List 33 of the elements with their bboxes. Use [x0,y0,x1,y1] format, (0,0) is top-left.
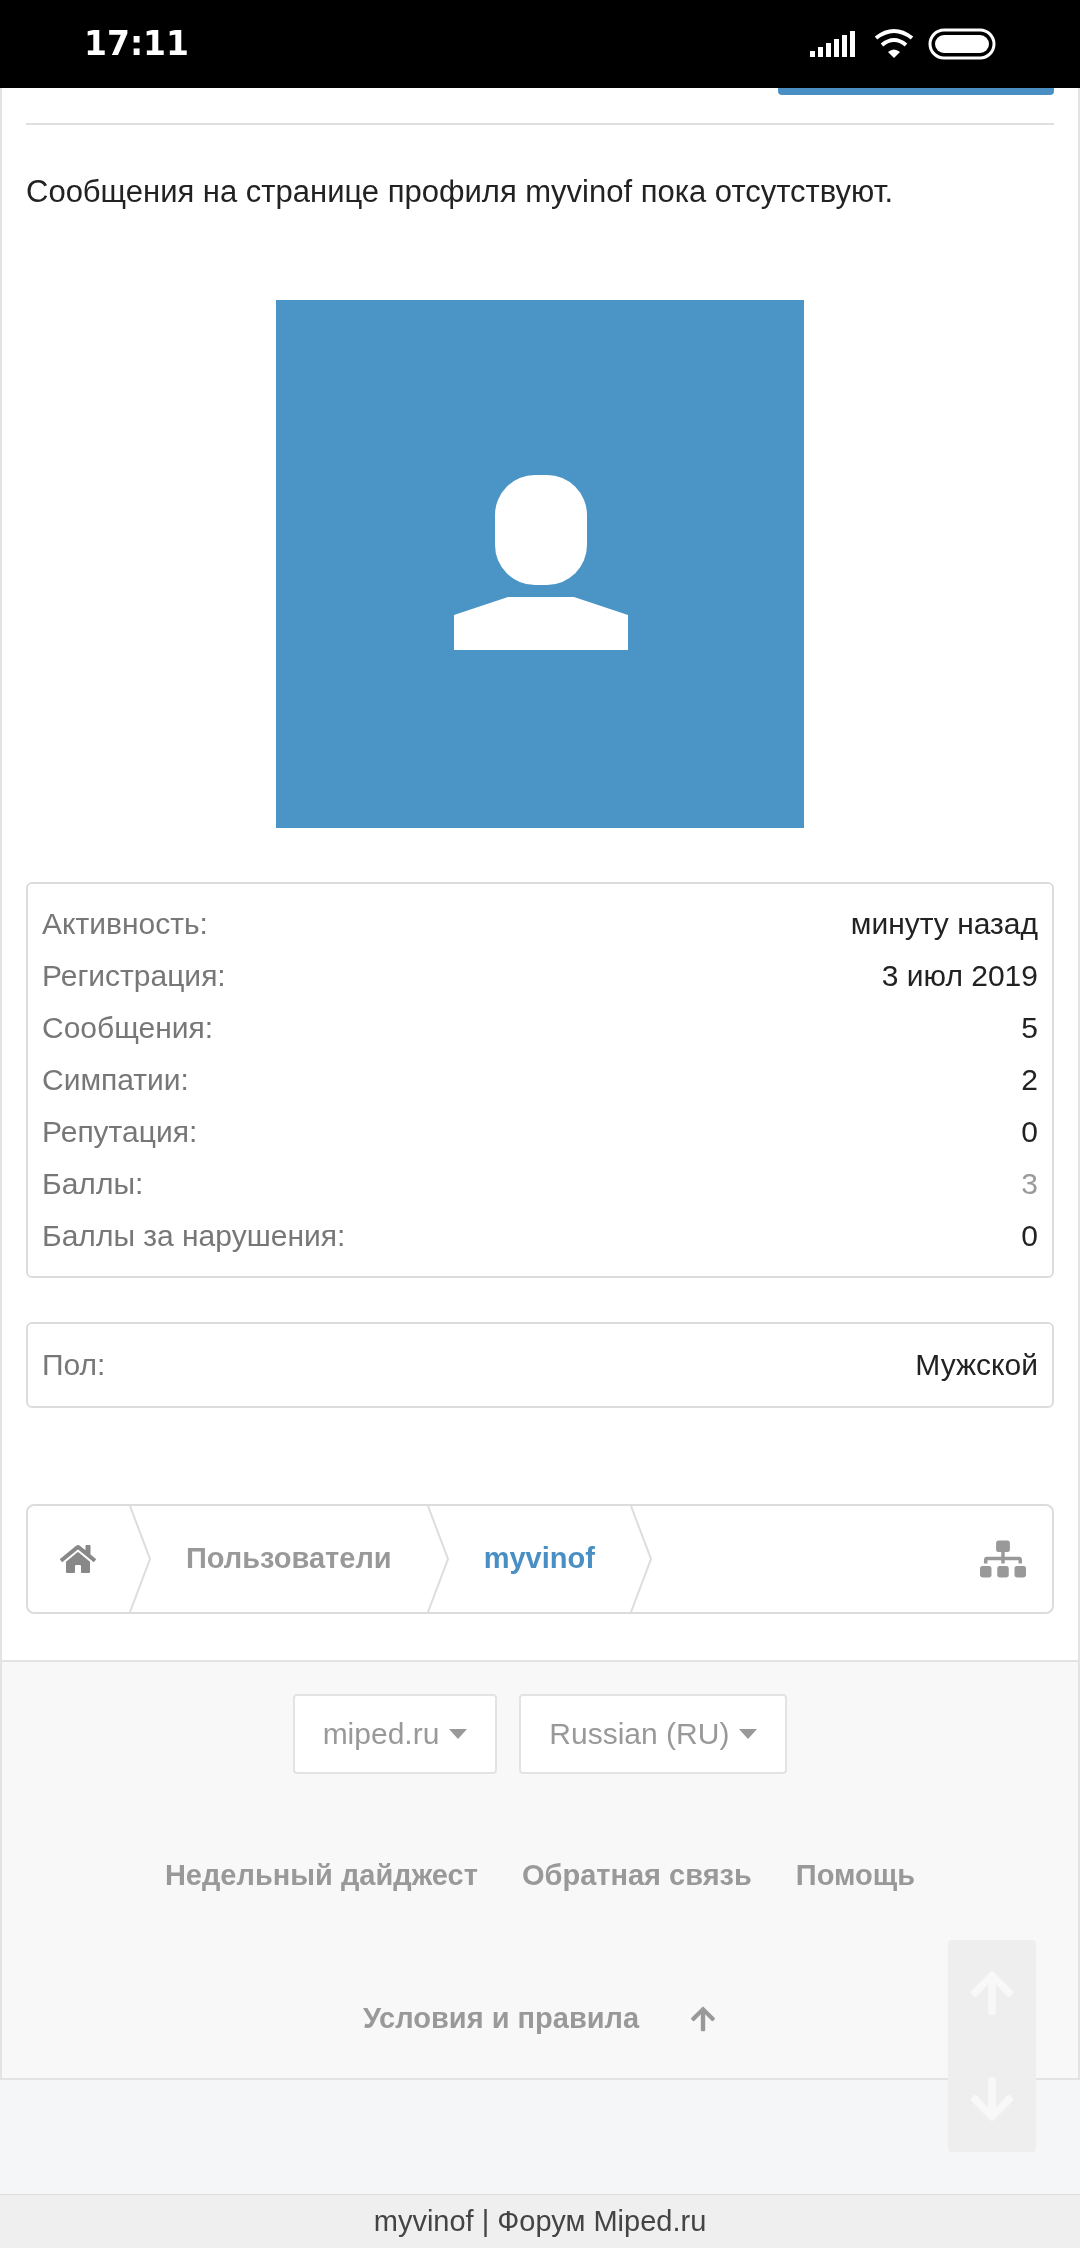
footer-link[interactable]: Условия и правила [362,1997,640,2041]
stat-label: Симпатии: [42,1062,189,1098]
stat-label: Активность: [42,906,208,942]
stat-label: Репутация: [42,1114,198,1150]
stat-label: Баллы за нарушения: [42,1218,346,1254]
stat-value: 0 [1021,1218,1038,1254]
caret-icon [449,1728,468,1739]
footer-select[interactable]: miped.ru [292,1693,498,1774]
breadcrumb-link[interactable]: Пользователи [152,1505,426,1612]
stat-value: минуту назад [850,906,1038,942]
footer-link[interactable]: Недельный дайджест [164,1853,478,1897]
stat-value: 3 июл 2019 [881,958,1038,994]
field-label: Пол: [42,1347,106,1383]
stat-value: 2 [1021,1062,1038,1098]
stat-value[interactable]: 3 [1021,1161,1038,1206]
footer-link[interactable]: Помощь [795,1853,916,1897]
empty-message: Сообщения на странице профиля myvinof пока отсутствуют. [26,173,895,211]
stat-label: Баллы: [42,1166,144,1202]
footer-select[interactable]: Russian (RU) [519,1693,788,1774]
button-edge[interactable] [778,88,1054,95]
stat-value: 5 [1021,1010,1038,1046]
footer-link[interactable]: Обратная связь [521,1853,752,1897]
arrow-up-icon[interactable] [689,2004,718,2033]
field-value: Мужской [915,1347,1038,1383]
breadcrumb-link[interactable]: myvinof [449,1505,629,1612]
page-title: myvinof | Форум Miped.ru [373,2203,707,2239]
stat-label: Сообщения: [42,1010,214,1046]
stat-value: 0 [1021,1114,1038,1150]
wifi-icon [874,28,914,60]
battery-icon [928,28,996,60]
stat-label: Регистрация: [42,958,226,994]
clock: 17:11 [84,23,190,66]
caret-icon [739,1728,758,1739]
